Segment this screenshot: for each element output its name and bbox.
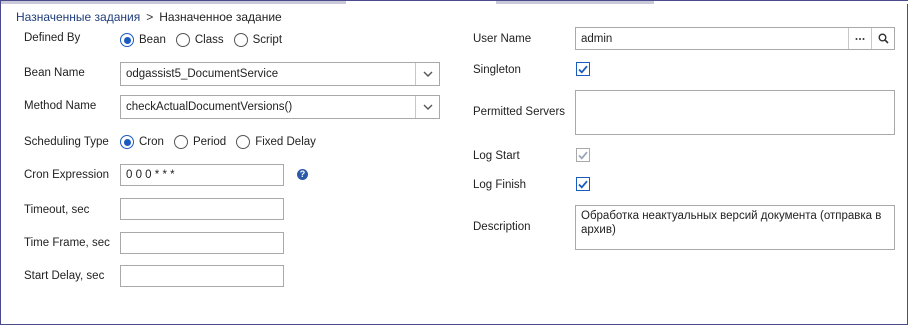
start-delay-label: Start Delay, sec bbox=[24, 270, 105, 282]
start-delay-input[interactable] bbox=[120, 265, 284, 287]
breadcrumb-separator: > bbox=[146, 10, 154, 24]
singleton-label: Singleton bbox=[473, 64, 521, 76]
bean-name-label: Bean Name bbox=[24, 67, 85, 79]
cron-expression-label: Cron Expression bbox=[24, 169, 110, 181]
method-name-select[interactable]: checkActualDocumentVersions() bbox=[120, 95, 440, 119]
defined-by-radio-group: Bean Class Script bbox=[120, 33, 292, 47]
radio-label: Script bbox=[252, 34, 283, 46]
user-name-label: User Name bbox=[473, 33, 532, 45]
defined-by-label: Defined By bbox=[24, 32, 81, 44]
permitted-servers-textarea[interactable] bbox=[575, 90, 895, 135]
chevron-down-icon[interactable] bbox=[415, 96, 439, 118]
breadcrumb-parent-link[interactable]: Назначенные задания bbox=[16, 10, 140, 24]
scheduling-cron-radio[interactable]: Cron bbox=[120, 135, 164, 149]
method-name-label: Method Name bbox=[24, 100, 97, 112]
checkmark-icon bbox=[578, 151, 588, 160]
radio-label: Bean bbox=[139, 34, 166, 46]
defined-by-script-radio[interactable]: Script bbox=[233, 33, 283, 47]
scheduling-type-radio-group: Cron Period Fixed Delay bbox=[120, 135, 326, 149]
checkmark-icon bbox=[578, 65, 588, 74]
radio-selected-indicator bbox=[120, 135, 134, 149]
defined-by-bean-radio[interactable]: Bean bbox=[120, 33, 166, 47]
user-name-value: admin bbox=[581, 32, 613, 45]
bean-name-select[interactable]: odgassist5_DocumentService bbox=[120, 62, 440, 86]
radio-label: Fixed Delay bbox=[255, 136, 316, 148]
top-tab-strip bbox=[1, 1, 908, 4]
search-icon[interactable] bbox=[871, 28, 894, 49]
radio-label: Class bbox=[194, 34, 224, 46]
question-circle-icon[interactable]: ? bbox=[297, 169, 308, 180]
ellipsis-icon[interactable] bbox=[848, 28, 871, 49]
radio-label: Period bbox=[192, 136, 227, 148]
breadcrumb: Назначенные задания > Назначенное задание bbox=[16, 10, 282, 24]
log-finish-label: Log Finish bbox=[473, 179, 527, 191]
method-name-value: checkActualDocumentVersions() bbox=[126, 101, 293, 113]
scheduling-type-label: Scheduling Type bbox=[24, 136, 109, 148]
description-textarea[interactable]: Обработка неактуальных версий документа … bbox=[575, 205, 895, 250]
scheduling-period-radio[interactable]: Period bbox=[173, 135, 227, 149]
radio-label: Cron bbox=[139, 136, 164, 148]
radio-selected-indicator bbox=[120, 33, 134, 47]
time-frame-label: Time Frame, sec bbox=[24, 237, 110, 249]
bean-name-value: odgassist5_DocumentService bbox=[126, 68, 279, 80]
time-frame-input[interactable] bbox=[120, 232, 284, 254]
singleton-checkbox[interactable] bbox=[576, 62, 590, 76]
user-name-field[interactable]: admin bbox=[575, 27, 895, 50]
log-finish-checkbox[interactable] bbox=[576, 177, 590, 191]
timeout-input[interactable] bbox=[120, 198, 284, 220]
chevron-down-icon[interactable] bbox=[415, 63, 439, 85]
radio-indicator bbox=[233, 33, 248, 47]
radio-indicator bbox=[175, 33, 190, 47]
checkmark-icon bbox=[578, 180, 588, 189]
permitted-servers-label: Permitted Servers bbox=[473, 106, 566, 118]
log-start-label: Log Start bbox=[473, 150, 520, 162]
cron-expression-input[interactable] bbox=[120, 164, 284, 186]
description-label: Description bbox=[473, 221, 531, 233]
radio-indicator bbox=[173, 135, 188, 149]
scheduling-fixed-delay-radio[interactable]: Fixed Delay bbox=[236, 135, 316, 149]
defined-by-class-radio[interactable]: Class bbox=[175, 33, 224, 47]
breadcrumb-current: Назначенное задание bbox=[159, 10, 282, 24]
radio-indicator bbox=[236, 135, 251, 149]
log-start-checkbox bbox=[576, 148, 590, 162]
timeout-label: Timeout, sec bbox=[24, 204, 90, 216]
